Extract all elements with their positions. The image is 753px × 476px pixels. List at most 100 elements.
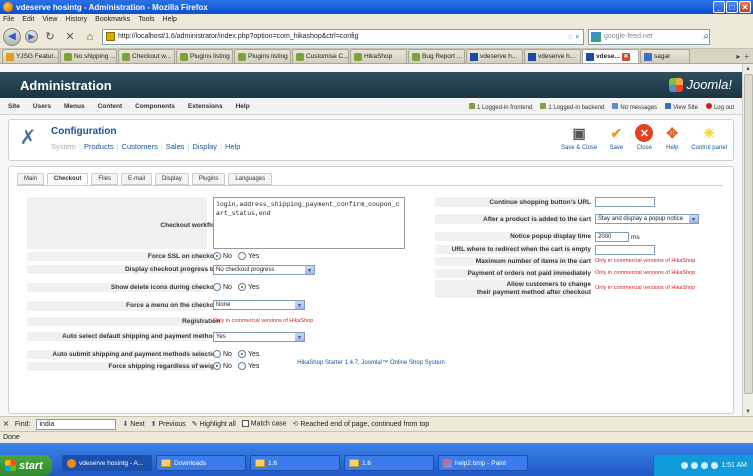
menu-menus[interactable]: Menus [64,103,85,110]
task-firefox[interactable]: vdeserve hosintg - A... [62,455,152,471]
tab-main[interactable]: Main [17,173,45,185]
tray-network-icon[interactable] [681,462,689,469]
menu-tools[interactable]: Tools [138,16,154,23]
help-button[interactable]: ✥ Help [663,124,681,152]
start-button[interactable]: start [0,455,52,476]
tab-languages[interactable]: Languages [228,173,273,185]
find-next-button[interactable]: ⬇ Next [122,420,144,428]
forward-button[interactable]: ▶ [25,30,38,43]
minimize-button[interactable]: _ [713,1,725,13]
search-box[interactable]: google-feed.net ⌕ [588,28,710,45]
close-window-button[interactable]: ✕ [739,1,751,13]
menu-help-admin[interactable]: Help [236,103,250,110]
logout-link[interactable]: Log out [705,102,734,111]
browser-tab[interactable]: Checkout w... [118,49,175,63]
maximize-button[interactable]: □ [726,1,738,13]
subnav-system[interactable]: System [51,142,76,151]
bookmark-star-icon[interactable]: ☆ ▾ [567,33,579,41]
tray-app-icon[interactable] [711,462,719,469]
tab-display[interactable]: Display [155,173,189,185]
task-paint[interactable]: help2.bmp - Paint [438,455,528,471]
menu-site[interactable]: Site [8,103,20,110]
subnav-help[interactable]: Help [225,142,240,151]
browser-tab[interactable]: vdeserve h... [466,49,523,63]
browser-tab[interactable]: vdeserve h... [524,49,581,63]
menu-components[interactable]: Components [135,103,175,110]
tab-plugins[interactable]: Plugins [191,173,226,185]
continue-url-input[interactable] [595,197,655,207]
progress-bar-select[interactable]: No checkout progress ▾ [213,265,315,275]
browser-tab[interactable]: sagar [640,49,690,63]
force-menu-select[interactable]: None ▾ [213,300,305,310]
browser-tab[interactable]: Bug Report ... [408,49,465,63]
scroll-thumb[interactable] [744,74,753,394]
auto-select-select[interactable]: Yes ▾ [213,332,305,342]
checkout-workflow-textarea[interactable]: login,address_shipping_payment_confirm_c… [213,197,405,249]
browser-tab[interactable]: No shipping ... [60,49,117,63]
menu-bookmarks[interactable]: Bookmarks [95,16,130,23]
tray-volume-icon[interactable] [691,462,699,469]
auto-submit-no[interactable]: No [213,350,232,358]
close-button[interactable]: ✕ Close [635,124,654,151]
auto-submit-yes[interactable]: Yes [237,350,259,358]
menu-extensions[interactable]: Extensions [188,103,223,110]
match-case-checkbox[interactable]: Match case [241,420,287,428]
new-tab-icon[interactable]: + [744,52,749,61]
menu-file[interactable]: File [3,16,14,23]
save-close-button[interactable]: ▣ Save & Close [561,124,597,152]
menu-help[interactable]: Help [163,16,177,23]
browser-tab[interactable]: Plugins listing [234,49,291,63]
home-icon[interactable]: ⌂ [82,31,98,43]
search-icon[interactable]: ⌕ [703,31,709,42]
browser-tab[interactable]: Plugins listing [176,49,233,63]
subnav-customers[interactable]: Customers [122,142,158,151]
stop-icon[interactable]: ✕ [62,30,78,43]
window-title-bar[interactable]: vdeserve hosintg - Administration - Mozi… [0,0,753,14]
page-scrollbar[interactable]: ▲ ▼ [742,64,753,416]
view-site-link[interactable]: View Site [665,102,698,111]
tab-scroll-right-icon[interactable]: ▸ [736,52,740,61]
subnav-sales[interactable]: Sales [166,142,185,151]
subnav-products[interactable]: Products [84,142,114,151]
tab-checkout[interactable]: Checkout [47,173,89,185]
popup-time-input[interactable]: 2000 [595,232,629,242]
search-engine-icon[interactable] [591,31,601,42]
close-find-icon[interactable]: ✕ [3,420,9,428]
status-messages[interactable]: No messages [612,102,657,111]
task-folder-2[interactable]: 1.6 [344,455,434,471]
tray-security-icon[interactable] [701,462,709,469]
menu-users[interactable]: Users [33,103,51,110]
task-downloads[interactable]: Downloads [156,455,246,471]
tab-close-icon[interactable]: ✕ [621,52,630,61]
find-input[interactable]: india [36,418,117,430]
after-added-select[interactable]: Stay and display a popup notice ▾ [595,214,699,224]
clock[interactable]: 1:51 AM [721,462,747,469]
menu-history[interactable]: History [65,16,87,23]
subnav-display[interactable]: Display [192,142,217,151]
menu-edit[interactable]: Edit [22,16,34,23]
control-panel-button[interactable]: ✳ Control panel [691,124,727,152]
page-footer[interactable]: HikaShop Starter 1.4.7, Joomla!™ Online … [0,360,742,366]
menu-content[interactable]: Content [98,103,123,110]
redirect-empty-input[interactable] [595,245,655,255]
menu-view[interactable]: View [42,16,57,23]
save-button[interactable]: ✔ Save [607,124,625,152]
browser-tab[interactable]: YJSG Featur... [2,49,59,63]
highlight-all-button[interactable]: ✎ Highlight all [192,420,236,428]
reload-icon[interactable]: ↻ [42,30,58,43]
task-folder-1[interactable]: 1.6 [250,455,340,471]
browser-tab[interactable]: Customise C... [292,49,349,63]
tab-email[interactable]: E-mail [121,173,153,185]
delete-icons-yes[interactable]: Yes [237,283,259,291]
force-ssl-no[interactable]: No [213,252,232,260]
scroll-up-icon[interactable]: ▲ [743,64,753,73]
url-bar[interactable]: http://localhost/1.6/administrator/index… [102,28,584,45]
force-ssl-yes[interactable]: Yes [237,252,259,260]
browser-tab[interactable]: HikaShop [350,49,407,63]
back-button[interactable]: ◀ [3,27,21,46]
browser-tab-active[interactable]: vdese... ✕ [582,49,639,63]
scroll-down-icon[interactable]: ▼ [743,407,753,416]
find-previous-button[interactable]: ⬆ Previous [151,420,186,428]
tab-files[interactable]: Files [91,173,119,185]
delete-icons-no[interactable]: No [213,283,232,291]
